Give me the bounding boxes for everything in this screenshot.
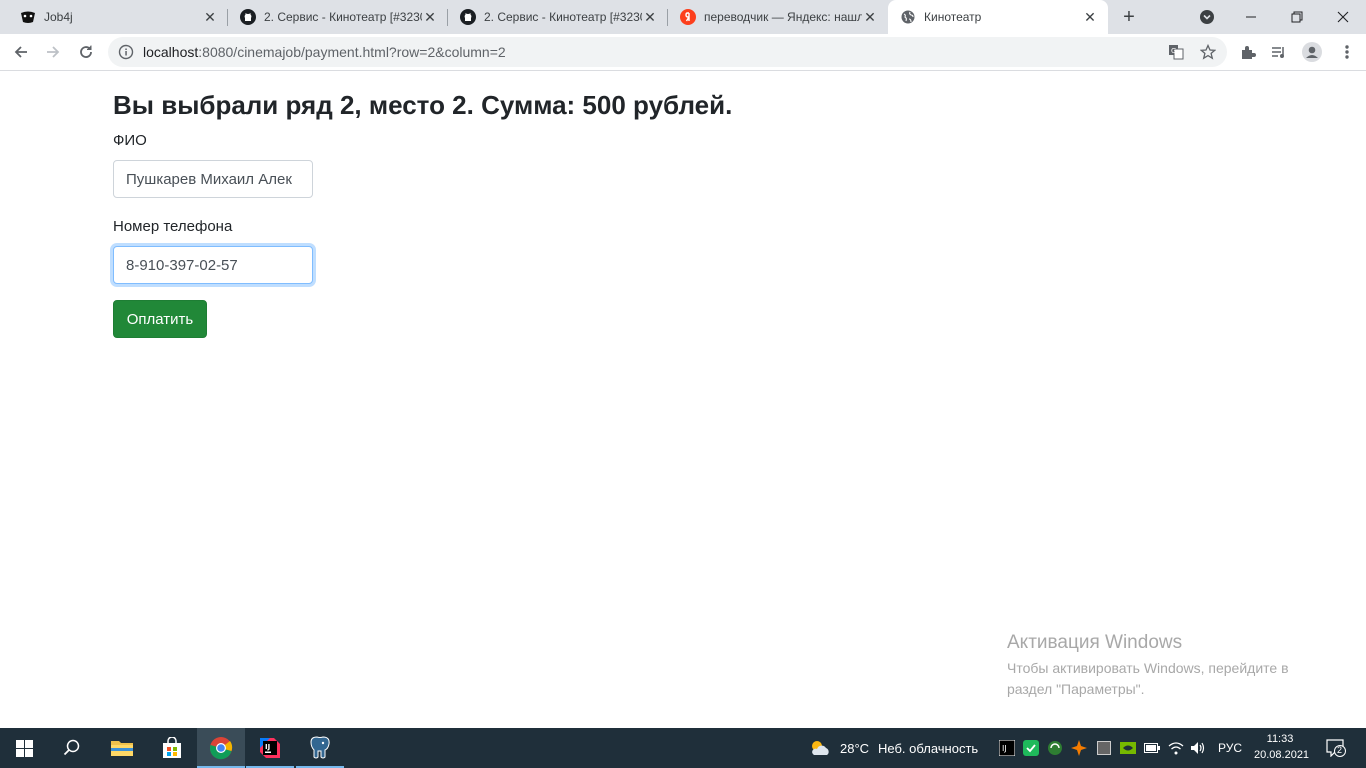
notification-center-button[interactable]: 2	[1326, 739, 1346, 757]
profile-avatar-icon[interactable]	[1302, 42, 1322, 62]
phone-field[interactable]	[113, 246, 313, 284]
tab-title: 2. Сервис - Кинотеатр [#3230]	[264, 10, 422, 24]
close-icon[interactable]: ✕	[862, 9, 878, 25]
github-icon	[460, 9, 476, 25]
clock-date: 20.08.2021	[1254, 749, 1310, 761]
window-tray-icon[interactable]	[1096, 740, 1112, 756]
url-path: :8080/cinemajob/payment.html?row=2&colum…	[198, 44, 506, 60]
refresh-tray-icon[interactable]	[1047, 740, 1063, 756]
intellij-tray-icon[interactable]: IJ	[999, 740, 1015, 756]
back-button[interactable]	[9, 40, 33, 64]
tab-search-button[interactable]	[1184, 0, 1230, 34]
svg-text:IJ: IJ	[265, 743, 270, 751]
new-tab-button[interactable]: +	[1118, 6, 1140, 28]
tab-title: Job4j	[44, 10, 73, 24]
tab-title: Кинотеатр	[924, 10, 982, 24]
weather-temperature[interactable]: 28°C	[840, 741, 869, 756]
browser-toolbar: localhost:8080/cinemajob/payment.html?ro…	[0, 34, 1366, 71]
watermark-title: Активация Windows	[1007, 632, 1183, 653]
restore-button[interactable]	[1274, 0, 1320, 34]
tab-title: переводчик — Яндекс: нашлось	[704, 10, 862, 24]
translate-icon[interactable]: G	[1168, 44, 1184, 60]
address-bar[interactable]: localhost:8080/cinemajob/payment.html?ro…	[108, 37, 1227, 67]
forward-button[interactable]	[41, 40, 65, 64]
page-title: Вы выбрали ряд 2, место 2. Сумма: 500 ру…	[113, 90, 733, 120]
weather-description[interactable]: Неб. облачность	[878, 741, 978, 756]
battery-icon[interactable]	[1144, 740, 1160, 756]
watermark-text: Чтобы активировать Windows, перейдите в …	[1007, 660, 1289, 697]
forward-arrow-icon	[47, 46, 60, 58]
file-explorer-button[interactable]	[98, 728, 146, 768]
reload-icon	[80, 45, 92, 58]
windows-activation-watermark: Активация Windows Чтобы активировать Win…	[1007, 632, 1337, 700]
window-close-button[interactable]	[1320, 0, 1366, 34]
tab-github-2[interactable]: 2. Сервис - Кинотеатр [#3230] ✕	[448, 0, 668, 34]
pgadmin-taskbar-button[interactable]	[296, 728, 344, 768]
search-icon	[63, 739, 80, 756]
notification-icon	[1326, 739, 1346, 757]
tab-cinema[interactable]: Кинотеатр ✕	[888, 0, 1108, 34]
phone-label: Номер телефона	[113, 218, 233, 235]
page-content: Вы выбрали ряд 2, место 2. Сумма: 500 ру…	[0, 71, 1366, 728]
media-control-icon[interactable]	[1270, 43, 1288, 61]
restore-icon	[1291, 11, 1303, 23]
yandex-icon	[680, 9, 696, 25]
tab-title: 2. Сервис - Кинотеатр [#3230]	[484, 10, 642, 24]
start-button[interactable]	[0, 728, 48, 768]
chevron-down-icon	[1200, 10, 1214, 24]
language-indicator[interactable]: РУС	[1218, 741, 1242, 755]
menu-kebab-icon[interactable]	[1338, 43, 1356, 61]
close-icon[interactable]: ✕	[422, 9, 438, 25]
extensions-icon[interactable]	[1239, 43, 1257, 61]
job4j-icon	[20, 9, 36, 25]
search-button[interactable]	[48, 728, 96, 768]
tab-strip: Job4j ✕ 2. Сервис - Кинотеатр [#3230] ✕ …	[0, 0, 1366, 34]
volume-icon[interactable]	[1190, 740, 1206, 756]
wifi-icon[interactable]	[1168, 740, 1184, 756]
postgresql-elephant-icon	[310, 736, 330, 759]
store-bag-icon	[163, 737, 181, 758]
tab-yandex[interactable]: переводчик — Яндекс: нашлось ✕	[668, 0, 888, 34]
antivirus-tray-icon[interactable]	[1071, 740, 1087, 756]
url-host: localhost	[143, 44, 199, 60]
notification-count: 2	[1337, 745, 1343, 755]
url-text: localhost:8080/cinemajob/payment.html?ro…	[143, 44, 506, 60]
svg-text:G: G	[1171, 47, 1176, 55]
intellij-icon: IJ	[260, 738, 280, 758]
back-arrow-icon	[14, 46, 27, 58]
svg-text:IJ: IJ	[1002, 744, 1007, 753]
close-icon[interactable]: ✕	[202, 9, 218, 25]
windows-logo-icon	[15, 739, 33, 757]
intellij-taskbar-button[interactable]: IJ	[246, 728, 294, 768]
sync-tray-icon[interactable]	[1023, 740, 1039, 756]
reload-button[interactable]	[74, 40, 98, 64]
browser-chrome: Job4j ✕ 2. Сервис - Кинотеатр [#3230] ✕ …	[0, 0, 1366, 71]
chrome-taskbar-button[interactable]	[197, 728, 245, 768]
nvidia-tray-icon[interactable]	[1120, 740, 1136, 756]
close-icon	[1337, 11, 1349, 23]
minimize-button[interactable]	[1228, 0, 1274, 34]
globe-icon	[900, 9, 916, 25]
taskbar-clock[interactable]: 11:33 20.08.2021	[1254, 731, 1310, 763]
windows-taskbar: IJ 28°C Неб. облачность IJ РУС 11:33 20.…	[0, 728, 1366, 768]
folder-icon	[111, 741, 133, 756]
pay-button[interactable]: Оплатить	[113, 300, 207, 338]
name-label: ФИО	[113, 132, 147, 149]
tab-job4j[interactable]: Job4j ✕	[0, 0, 228, 34]
chrome-icon	[209, 737, 233, 760]
bookmark-star-icon[interactable]	[1199, 43, 1217, 60]
tab-github-1[interactable]: 2. Сервис - Кинотеатр [#3230] ✕	[228, 0, 448, 34]
github-icon	[240, 9, 256, 25]
clock-time: 11:33	[1266, 733, 1294, 745]
info-icon[interactable]	[118, 44, 134, 60]
weather-cloud-sun-icon[interactable]	[809, 738, 831, 758]
minimize-icon	[1246, 16, 1256, 18]
close-icon[interactable]: ✕	[1082, 9, 1098, 25]
close-icon[interactable]: ✕	[642, 9, 658, 25]
name-field[interactable]	[113, 160, 313, 198]
store-button[interactable]	[148, 728, 196, 768]
